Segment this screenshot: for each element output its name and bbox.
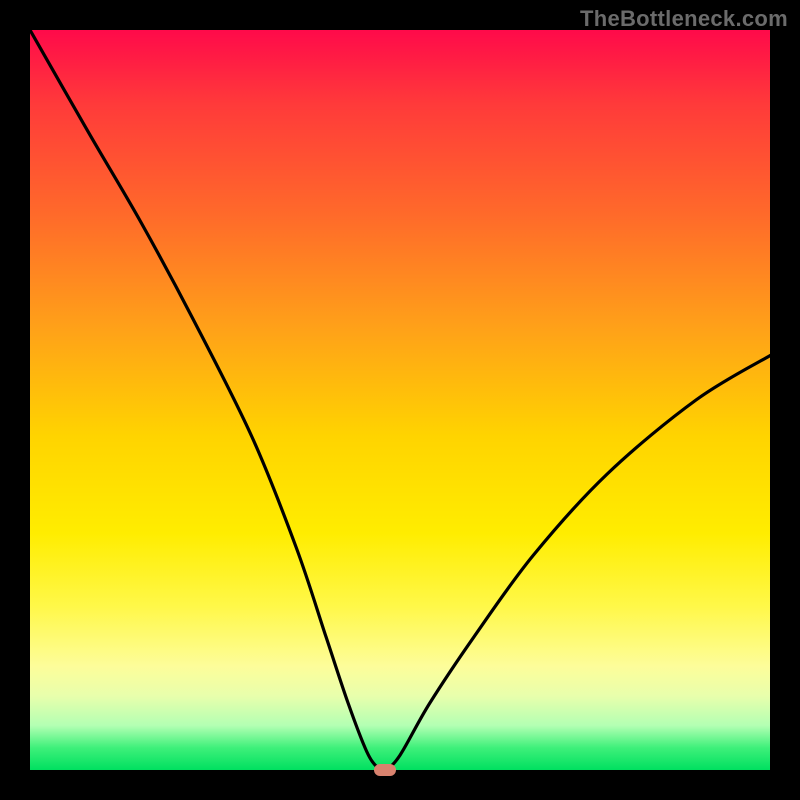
minimum-marker xyxy=(374,764,396,776)
plot-area xyxy=(30,30,770,770)
watermark-text: TheBottleneck.com xyxy=(580,6,788,32)
chart-container: TheBottleneck.com xyxy=(0,0,800,800)
bottleneck-curve xyxy=(30,30,770,770)
